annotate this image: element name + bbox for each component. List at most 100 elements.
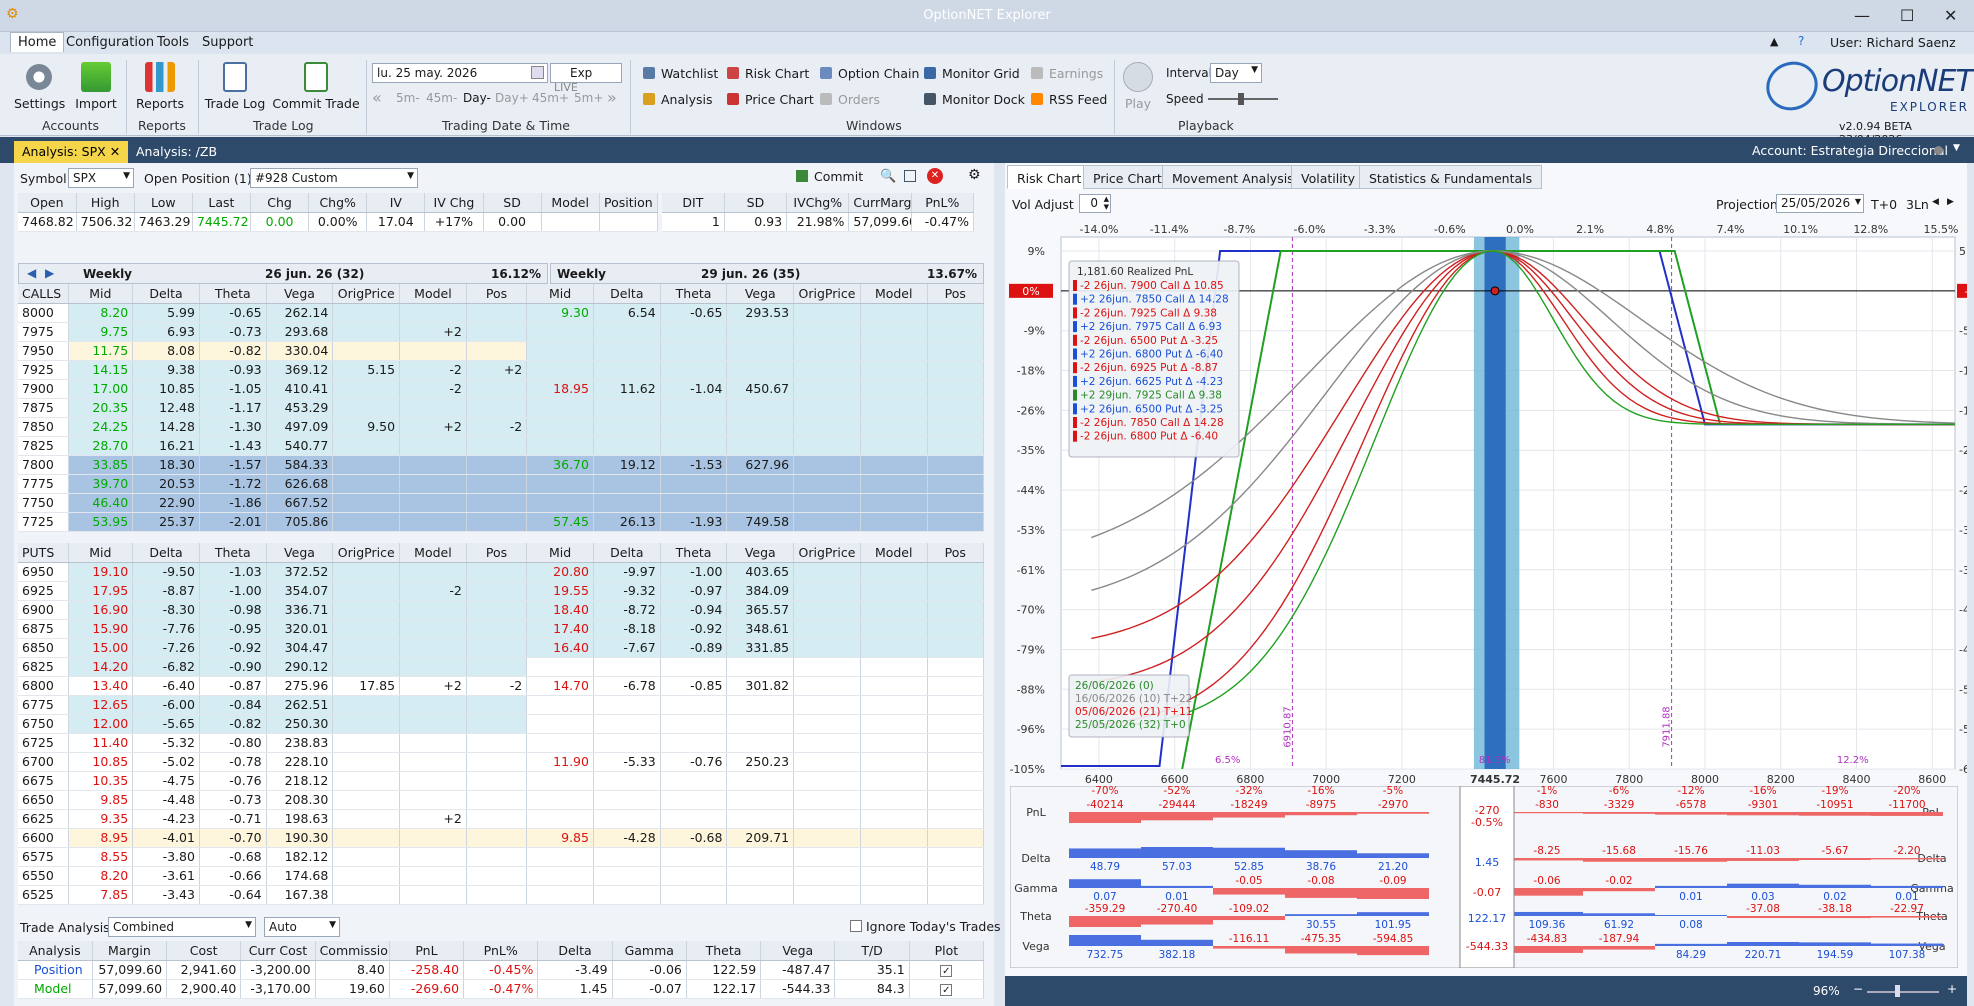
play-button[interactable]: Play	[1120, 62, 1156, 111]
exp-live-field[interactable]: Exp LIVE	[550, 63, 622, 94]
minimize-icon[interactable]: —	[1854, 6, 1870, 25]
menu-support[interactable]: Support	[202, 35, 253, 50]
chain-row[interactable]: 6775 12.65 -6.00 -0.84 262.51	[18, 695, 985, 715]
chain-row[interactable]: 7750 46.40 22.90 -1.86 667.52	[18, 493, 985, 513]
earnings-button[interactable]: Earnings	[1031, 66, 1103, 81]
menu-home[interactable]: Home	[10, 32, 65, 52]
chain-row[interactable]: 6525 7.85 -3.43 -0.64 167.38	[18, 885, 985, 905]
step-5m-back-button[interactable]: 5m-	[396, 91, 420, 105]
prev-projection-icon[interactable]: ◀	[1932, 197, 1939, 207]
analysis-mode-select[interactable]: Combined ▼	[108, 917, 256, 937]
maximize-icon[interactable]: ☐	[1900, 6, 1914, 25]
calendar-icon[interactable]	[531, 66, 544, 79]
orders-button[interactable]: Orders	[820, 92, 880, 107]
settings-button[interactable]: Settings	[14, 62, 65, 111]
step-day-back-button[interactable]: Day-	[463, 91, 491, 105]
zoom-slider[interactable]	[1867, 991, 1939, 993]
interval-select[interactable]: Day ▼	[1210, 63, 1262, 83]
collapse-ribbon-icon[interactable]: ▲	[1770, 35, 1778, 48]
ta-row[interactable]: Position 57,099.60 2,941.60 -3,200.00 8.40 -2…	[18, 960, 985, 980]
chain-row[interactable]: 7975 9.75 6.93 -0.73 293.68 +2	[18, 322, 985, 342]
chain-row[interactable]: 7925 14.15 9.38 -0.93 369.12 5.15 -2 +2	[18, 360, 985, 380]
chain-row[interactable]: 6650 9.85 -4.48 -0.73 208.30	[18, 790, 985, 810]
spinner-icon[interactable]: ▲ ▼	[1104, 195, 1109, 211]
close-icon[interactable]: ✕	[1944, 6, 1957, 25]
chain-row[interactable]: 6600 8.95 -4.01 -0.70 190.30 9.85 -4.28 -0.68 20…	[18, 828, 985, 848]
plot-checkbox[interactable]: ✓	[909, 979, 985, 999]
import-button[interactable]: Import	[74, 62, 118, 111]
chain-row[interactable]: 6825 14.20 -6.82 -0.90 290.12	[18, 657, 985, 677]
chain-row[interactable]: 6750 12.00 -5.65 -0.82 250.30	[18, 714, 985, 734]
chain-row[interactable]: 6850 15.00 -7.26 -0.92 304.47 16.40 -7.67 -0.89…	[18, 638, 985, 658]
tab-analysis-spx[interactable]: Analysis: SPX ✕	[14, 141, 129, 163]
tab-movement-analysis[interactable]: Movement Analysis	[1162, 165, 1304, 189]
chain-row[interactable]: 7825 28.70 16.21 -1.43 540.77	[18, 436, 985, 456]
zoom-in-icon[interactable]: +	[1947, 982, 1957, 996]
chain-row[interactable]: 6875 15.90 -7.76 -0.95 320.01 17.40 -8.18 -0.92…	[18, 619, 985, 639]
monitor-dock-button[interactable]: Monitor Dock	[924, 92, 1025, 107]
search-icon[interactable]: 🔍	[880, 169, 896, 184]
next-projection-icon[interactable]: ▶	[1947, 197, 1954, 207]
ta-row[interactable]: Model 57,099.60 2,900.40 -3,170.00 19.60 -269…	[18, 979, 985, 999]
plot-checkbox[interactable]: ✓	[909, 960, 985, 980]
step-back-icon[interactable]: «	[372, 88, 382, 107]
zoom-out-icon[interactable]: −	[1853, 982, 1863, 996]
chain-row[interactable]: 7775 39.70 20.53 -1.72 626.68	[18, 474, 985, 494]
tab-volatility[interactable]: Volatility	[1291, 165, 1365, 189]
chain-row[interactable]: 6900 16.90 -8.30 -0.98 336.71 18.40 -8.72 -0.94…	[18, 600, 985, 620]
projection-date-select[interactable]: 25/05/2026 ▼	[1776, 194, 1864, 213]
chain-row[interactable]: 8000 8.20 5.99 -0.65 262.14 9.30 6.54 -0.65 293.…	[18, 303, 985, 323]
monitor-grid-button[interactable]: Monitor Grid	[924, 66, 1020, 81]
vol-adjust-input[interactable]: 0 ▲ ▼	[1079, 194, 1111, 213]
chain-row[interactable]: 6550 8.20 -3.61 -0.66 174.68	[18, 866, 985, 886]
commit-button[interactable]: Commit	[796, 169, 863, 184]
tab-price-chart[interactable]: Price Chart	[1083, 165, 1172, 189]
next-exp-icon[interactable]: ▶	[45, 266, 54, 280]
chain-row[interactable]: 6950 19.10 -9.50 -1.03 372.52 20.80 -9.97 -1.00…	[18, 562, 985, 582]
chain-row[interactable]: 7725 53.95 25.37 -2.01 705.86 57.45 26.13 -1.93…	[18, 512, 985, 532]
symbol-select[interactable]: SPX ▼	[68, 168, 134, 188]
menu-tools[interactable]: Tools	[157, 35, 189, 50]
zoom-thumb[interactable]	[1895, 985, 1900, 997]
chain-row[interactable]: 6675 10.35 -4.75 -0.76 218.12	[18, 771, 985, 791]
chain-row[interactable]: 6925 17.95 -8.87 -1.00 354.07 -2 19.55 -9.32 -0.…	[18, 581, 985, 601]
account-menu-icon[interactable]: ▼	[1953, 143, 1960, 153]
auto-select[interactable]: Auto ▼	[264, 917, 340, 937]
commit-trade-button[interactable]: Commit Trade	[272, 62, 360, 111]
trade-log-button[interactable]: Trade Log	[204, 62, 266, 111]
step-5m-fwd-button[interactable]: 5m+	[574, 91, 603, 105]
chain-row[interactable]: 6625 9.35 -4.23 -0.71 198.63 +2	[18, 809, 985, 829]
analysis-button[interactable]: Analysis	[643, 92, 713, 107]
ignore-trades-checkbox[interactable]	[850, 920, 862, 932]
copy-icon[interactable]	[904, 170, 916, 182]
price-chart-button[interactable]: Price Chart	[727, 92, 814, 107]
chain-row[interactable]: 6725 11.40 -5.32 -0.80 238.83	[18, 733, 985, 753]
chain-row[interactable]: 7850 24.25 14.28 -1.30 497.09 9.50 +2 -2	[18, 417, 985, 437]
trading-date-field[interactable]: lu. 25 may. 2026	[372, 63, 548, 83]
slider-thumb[interactable]	[1238, 93, 1244, 105]
step-45m-back-button[interactable]: 45m-	[426, 91, 457, 105]
step-forward-icon[interactable]: »	[607, 88, 617, 107]
tab-risk-chart[interactable]: Risk Chart	[1007, 165, 1092, 189]
chain-row[interactable]: 6700 10.85 -5.02 -0.78 228.10 11.90 -5.33 -0.76…	[18, 752, 985, 772]
chain-row[interactable]: 6800 13.40 -6.40 -0.87 275.96 17.85 +2 -2 14.70-…	[18, 676, 985, 696]
risk-chart-button[interactable]: Risk Chart	[727, 66, 809, 81]
rss-feed-button[interactable]: RSS Feed	[1031, 92, 1107, 107]
speed-slider[interactable]	[1208, 93, 1278, 105]
chain-row[interactable]: 7900 17.00 10.85 -1.05 410.41 -2 18.95 11.62 -1.…	[18, 379, 985, 399]
chain-row[interactable]: 7875 20.35 12.48 -1.17 453.29	[18, 398, 985, 418]
settings-icon[interactable]: ⚙	[968, 167, 981, 183]
delete-icon[interactable]: ✕	[927, 168, 943, 184]
tab-statistics[interactable]: Statistics & Fundamentals	[1359, 165, 1543, 189]
step-day-fwd-button[interactable]: Day+	[495, 91, 529, 105]
step-45m-fwd-button[interactable]: 45m+	[532, 91, 569, 105]
watchlist-button[interactable]: Watchlist	[643, 66, 718, 81]
risk-chart[interactable]: -14.0% -11.4% -8.7% -6.0% -3.3% -0.6% 0.0% 2.1%…	[1005, 219, 1967, 789]
option-chain-button[interactable]: Option Chain	[820, 66, 919, 81]
tab-analysis-zb[interactable]: Analysis: /ZB	[128, 141, 225, 163]
menu-configuration[interactable]: Configuration	[66, 35, 154, 50]
close-tab-icon[interactable]: ✕	[110, 144, 120, 159]
prev-exp-icon[interactable]: ◀	[27, 266, 36, 280]
chain-row[interactable]: 6575 8.55 -3.80 -0.68 182.12	[18, 847, 985, 867]
reports-button[interactable]: Reports	[134, 62, 186, 111]
